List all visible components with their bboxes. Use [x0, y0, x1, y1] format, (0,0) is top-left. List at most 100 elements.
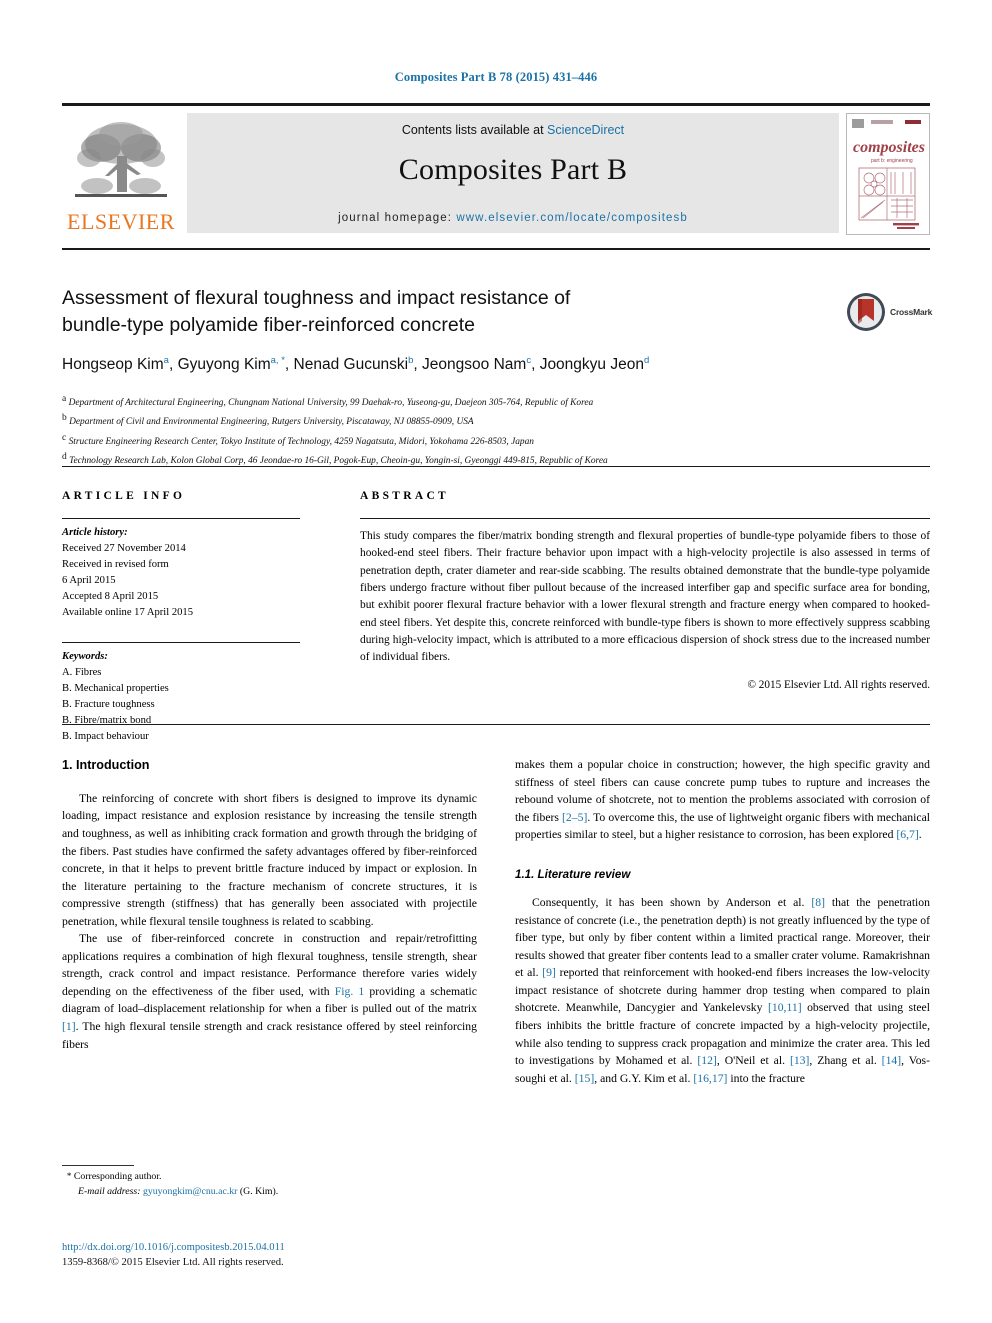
elsevier-tree-icon [75, 122, 167, 197]
article-history-item: Available online 17 April 2015 [62, 607, 194, 619]
journal-title: Composites Part B [398, 153, 628, 186]
rpara2-text-a: Consequently, it has been shown by Ander… [532, 896, 812, 910]
author-mark: b [408, 354, 414, 366]
paper-page: Composites Part B 78 (2015) 431–446 ELSE… [0, 0, 992, 1323]
contents-prefix: Contents lists available at [401, 123, 548, 137]
corresponding-author-text: Corresponding author. [73, 1171, 162, 1182]
article-info-rule [62, 518, 300, 519]
abstract-heading: ABSTRACT [360, 490, 450, 502]
journal-masthead: ELSEVIER Contents lists available at Sci… [62, 103, 930, 235]
abstract-bottom-divider [62, 724, 930, 725]
crossmark-icon [847, 293, 885, 331]
affiliation-mark: d [62, 452, 67, 463]
author-mark: a, * [270, 354, 285, 366]
keyword-item: B. Fracture toughness [62, 698, 155, 710]
affiliation-item: c Structure Engineering Research Center,… [62, 431, 862, 450]
footnote-line-2: E-mail address: gyuyongkim@cnu.ac.kr (G.… [62, 1185, 477, 1200]
email-suffix: (G. Kim). [239, 1185, 279, 1197]
section-heading-introduction: 1. Introduction [62, 758, 150, 772]
affiliation-text: Structure Engineering Research Center, T… [68, 436, 534, 447]
author-name: Gyuyong Kim [177, 355, 271, 373]
page-title: Assessment of flexural toughness and imp… [62, 285, 832, 339]
author-name: Joongkyu Jeon [539, 355, 644, 373]
citation-link[interactable]: [9] [542, 966, 556, 979]
para2-text-c: . The high flexural tensile strength and… [62, 1020, 477, 1051]
keyword-item: B. Impact behaviour [62, 731, 149, 743]
figure-ref-link[interactable]: Fig. 1 [335, 985, 364, 998]
citation-link[interactable]: [2–5] [562, 811, 587, 824]
rpara2-text-e: , O'Neil et al. [716, 1054, 790, 1068]
affiliation-mark: a [62, 394, 67, 404]
affiliation-text: Department of Civil and Environmental En… [69, 417, 474, 428]
doi-link[interactable]: http://dx.doi.org/10.1016/j.compositesb.… [62, 1240, 492, 1255]
author-name: Hongseop Kim [62, 355, 164, 373]
info-abstract-headings: ARTICLE INFO ABSTRACT [62, 490, 930, 502]
affiliation-mark: c [62, 432, 67, 443]
article-history-label: Article history: [62, 527, 128, 538]
citation-link[interactable]: [16,17] [693, 1072, 727, 1085]
citation-link[interactable]: [13] [790, 1054, 809, 1067]
article-history-item: 6 April 2015 [62, 575, 116, 587]
keywords-label: Keywords: [62, 650, 108, 662]
abstract-text: This study compares the fiber/matrix bon… [360, 530, 930, 664]
journal-cover-thumbnail: composites part b: engineering [846, 113, 930, 235]
affiliation-item: a Department of Architectural Engineerin… [62, 392, 862, 411]
issn-copyright-line: 1359-8368/© 2015 Elsevier Ltd. All right… [62, 1257, 284, 1269]
right-paragraph-2: Consequently, it has been shown by Ander… [515, 894, 930, 1087]
corresponding-author-footnote: * Corresponding author. E-mail address: … [62, 1165, 477, 1199]
crossmark-label: CrossMark [890, 307, 933, 317]
affiliation-text: Department of Architectural Engineering,… [68, 398, 594, 409]
subsection-heading-literature-review: 1.1. Literature review [515, 867, 631, 881]
rpara2-text-f: , Zhang et al. [809, 1054, 882, 1068]
article-info-heading: ARTICLE INFO [62, 490, 186, 502]
citation-link[interactable]: [12] [697, 1054, 716, 1067]
citation-link[interactable]: [6,7] [896, 828, 918, 841]
crossmark-badge[interactable]: CrossMark [846, 288, 942, 336]
author-name: Jeongsoo Nam [422, 355, 527, 373]
affiliation-item: b Department of Civil and Environmental … [62, 411, 862, 430]
doi-footer: http://dx.doi.org/10.1016/j.compositesb.… [62, 1240, 492, 1271]
author-mark: d [643, 354, 650, 366]
article-history-item: Accepted 8 April 2015 [62, 591, 159, 603]
journal-band: Contents lists available at ScienceDirec… [187, 113, 839, 233]
elsevier-wordmark: ELSEVIER [67, 209, 175, 234]
svg-text:part b: engineering: part b: engineering [871, 158, 913, 164]
right-column: makes them a popular choice in construct… [515, 756, 930, 1266]
keyword-item: B. Mechanical properties [62, 682, 169, 694]
footnote-rule [62, 1165, 134, 1166]
affiliation-mark: b [62, 413, 67, 424]
info-top-divider [62, 466, 930, 467]
title-block: Assessment of flexural toughness and imp… [62, 285, 832, 375]
citation-link[interactable]: [14] [882, 1054, 901, 1067]
author-mark: a [163, 354, 169, 366]
author-mark: c [526, 354, 532, 366]
homepage-label: journal homepage: [338, 212, 457, 224]
svg-text:composites: composites [853, 139, 925, 156]
email-address-label: E-mail address: [78, 1185, 141, 1197]
article-info-panel: Article history: Received 27 November 20… [62, 512, 300, 745]
affiliation-list: a Department of Architectural Engineerin… [62, 392, 862, 469]
abstract-copyright: © 2015 Elsevier Ltd. All rights reserved… [747, 678, 931, 691]
citation-link[interactable]: [10,11] [768, 1001, 802, 1014]
homepage-url-link[interactable]: www.elsevier.com/locate/compositesb [456, 212, 688, 224]
sciencedirect-link[interactable]: ScienceDirect [547, 123, 624, 137]
contents-available-line: Contents lists available at ScienceDirec… [187, 113, 839, 137]
affiliation-text: Technology Research Lab, Kolon Global Co… [69, 456, 608, 467]
footnote-star: * [66, 1171, 72, 1181]
keyword-item: A. Fibres [62, 666, 102, 678]
rpara2-text-i: into the fracture [727, 1071, 805, 1085]
keywords-rule [62, 641, 300, 643]
citation-link[interactable]: [1] [62, 1020, 76, 1033]
intro-paragraph-1: The reinforcing of concrete with short f… [62, 791, 477, 928]
title-divider [62, 248, 930, 250]
right-paragraph-1: makes them a popular choice in construct… [515, 756, 930, 844]
email-link[interactable]: gyuyongkim@cnu.ac.kr [143, 1186, 237, 1197]
elsevier-logo: ELSEVIER [62, 113, 180, 235]
author-name: Nenad Gucunski [293, 355, 409, 373]
title-line-1: Assessment of flexural toughness and imp… [62, 287, 571, 309]
journal-homepage-line: journal homepage: www.elsevier.com/locat… [187, 212, 839, 224]
abstract-rule [360, 518, 930, 519]
keyword-item: B. Fibre/matrix bond [62, 714, 152, 726]
citation-link[interactable]: [8] [811, 896, 825, 909]
citation-link[interactable]: [15] [575, 1072, 594, 1085]
